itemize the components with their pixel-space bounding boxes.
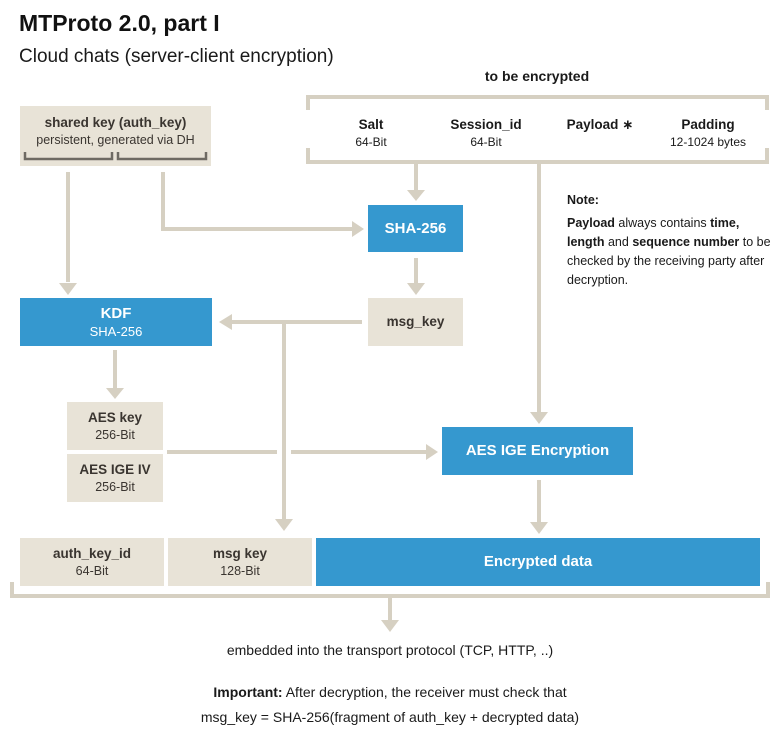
arrow-right-aesenc	[426, 444, 438, 460]
transport-caption: embedded into the transport protocol (TC…	[226, 642, 554, 658]
sha256-box: SHA-256	[368, 205, 463, 252]
note-term-sequence-number: sequence number	[632, 235, 740, 249]
aes-ige-encryption-title: AES IGE Encryption	[465, 442, 610, 459]
arrow-down-msgkey	[407, 283, 425, 295]
payload-note: Note: Payload always contains time, leng…	[567, 191, 772, 290]
aes-key-subtitle: 256-Bit	[95, 427, 135, 442]
arrow-down-kdf	[59, 283, 77, 295]
field-salt-title: Salt	[358, 117, 384, 132]
kdf-box: KDF SHA-256	[20, 298, 212, 346]
aes-key-box: AES key 256-Bit	[67, 402, 163, 450]
note-term-payload: Payload	[567, 216, 615, 230]
msg-key-box: msg_key	[368, 298, 463, 346]
field-salt: Salt 64-Bit	[311, 116, 431, 151]
important-line: Important: After decryption, the receive…	[0, 680, 780, 705]
msg-key-formula: msg_key = SHA-256(fragment of auth_key +…	[200, 709, 580, 725]
encrypted-data-box: Encrypted data	[316, 538, 760, 586]
field-payload-title: Payload ∗	[566, 117, 634, 132]
kdf-title: KDF	[100, 304, 132, 322]
note-heading: Note:	[567, 193, 599, 207]
note-term-time: time,	[710, 216, 740, 230]
auth-key-id-box: auth_key_id 64-Bit	[20, 538, 164, 586]
auth-key-id-subtitle: 64-Bit	[75, 563, 109, 578]
field-session-id: Session_id 64-Bit	[426, 116, 546, 151]
page-title: MTProto 2.0, part I	[19, 10, 220, 36]
arrow-down-aesenc	[530, 412, 548, 424]
field-payload: Payload ∗	[540, 116, 660, 134]
to-be-encrypted-label: to be encrypted	[484, 68, 590, 84]
arrow-down-aeskey	[106, 388, 124, 399]
page-subtitle: Cloud chats (server-client encryption)	[19, 46, 334, 67]
important-text: After decryption, the receiver must chec…	[282, 684, 567, 700]
shared-key-box: shared key (auth_key) persistent, genera…	[20, 106, 211, 166]
msg-key-title: msg_key	[386, 314, 445, 329]
aes-ige-encryption-box: AES IGE Encryption	[442, 427, 633, 475]
aes-key-title: AES key	[87, 409, 143, 425]
sha256-title: SHA-256	[384, 219, 447, 237]
field-salt-subtitle: 64-Bit	[355, 135, 387, 149]
arrow-down-sha	[407, 190, 425, 201]
field-session-id-title: Session_id	[450, 117, 522, 132]
arrow-right-sha	[352, 221, 364, 237]
note-term-length: length	[567, 235, 605, 249]
aes-iv-title: AES IGE IV	[79, 461, 151, 477]
aes-iv-subtitle: 256-Bit	[95, 479, 135, 494]
note-text: always contains	[614, 216, 711, 230]
field-session-id-subtitle: 64-Bit	[470, 135, 502, 149]
shared-key-split-bracket	[23, 152, 208, 161]
output-msg-key-box: msg key 128-Bit	[168, 538, 312, 586]
important-note: Important: After decryption, the receive…	[0, 680, 780, 730]
important-label: Important:	[213, 684, 283, 700]
arrow-left-kdf	[219, 314, 232, 330]
note-body: Payload always contains time, length and…	[567, 214, 772, 290]
arrow-down-transport	[381, 620, 399, 632]
arrow-down-msgkey-output	[275, 519, 293, 531]
auth-key-id-title: auth_key_id	[52, 545, 132, 561]
kdf-subtitle: SHA-256	[89, 323, 143, 339]
arrow-down-encrypted	[530, 522, 548, 534]
encrypted-data-title: Encrypted data	[483, 553, 593, 570]
field-padding: Padding 12-1024 bytes	[648, 116, 768, 151]
output-msg-key-title: msg key	[212, 545, 268, 561]
field-padding-subtitle: 12-1024 bytes	[669, 135, 747, 149]
output-msg-key-subtitle: 128-Bit	[220, 563, 260, 578]
aes-iv-box: AES IGE IV 256-Bit	[67, 454, 163, 502]
connector-sharedkey-sha	[161, 172, 352, 231]
note-text: and	[604, 235, 633, 249]
field-padding-title: Padding	[681, 117, 735, 132]
